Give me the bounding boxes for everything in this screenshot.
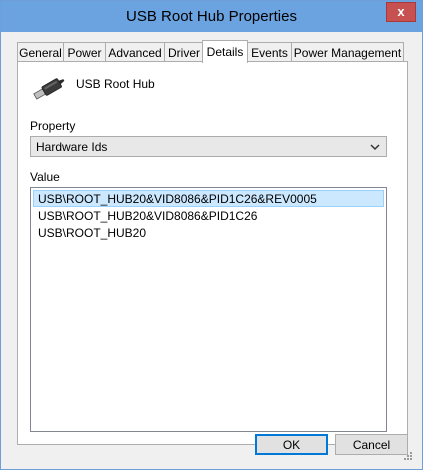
title-bar[interactable]: USB Root Hub Properties x (1, 1, 422, 32)
chevron-down-icon (370, 144, 380, 151)
tab-events[interactable]: Events (247, 42, 292, 62)
usb-plug-icon (33, 78, 65, 100)
close-icon: x (397, 4, 405, 19)
properties-dialog: USB Root Hub Properties x General Power … (0, 0, 423, 470)
property-label: Property (30, 119, 76, 133)
window-title: USB Root Hub Properties (126, 8, 297, 25)
list-item[interactable]: USB\ROOT_HUB20&VID8086&PID1C26 (33, 207, 384, 224)
list-item[interactable]: USB\ROOT_HUB20 (33, 224, 384, 241)
cancel-button[interactable]: Cancel (335, 434, 408, 455)
close-button[interactable]: x (386, 2, 416, 22)
tab-power-management[interactable]: Power Management (291, 42, 404, 62)
tab-power[interactable]: Power (63, 42, 106, 62)
details-panel: USB Root Hub Property Hardware Ids Value… (17, 61, 408, 445)
value-list[interactable]: USB\ROOT_HUB20&VID8086&PID1C26&REV0005 U… (30, 187, 387, 432)
value-label: Value (30, 170, 60, 184)
list-item[interactable]: USB\ROOT_HUB20&VID8086&PID1C26&REV0005 (33, 190, 384, 207)
device-name: USB Root Hub (76, 77, 155, 91)
ok-button[interactable]: OK (255, 434, 328, 455)
tab-general[interactable]: General (17, 42, 64, 62)
tab-advanced[interactable]: Advanced (105, 42, 165, 62)
property-selected-value: Hardware Ids (36, 140, 108, 154)
tab-details[interactable]: Details (202, 40, 248, 63)
resize-grip-icon[interactable] (403, 451, 413, 461)
dialog-client-area: General Power Advanced Driver Details Ev… (8, 32, 415, 463)
property-dropdown[interactable]: Hardware Ids (30, 136, 387, 157)
tab-driver[interactable]: Driver (164, 42, 204, 62)
